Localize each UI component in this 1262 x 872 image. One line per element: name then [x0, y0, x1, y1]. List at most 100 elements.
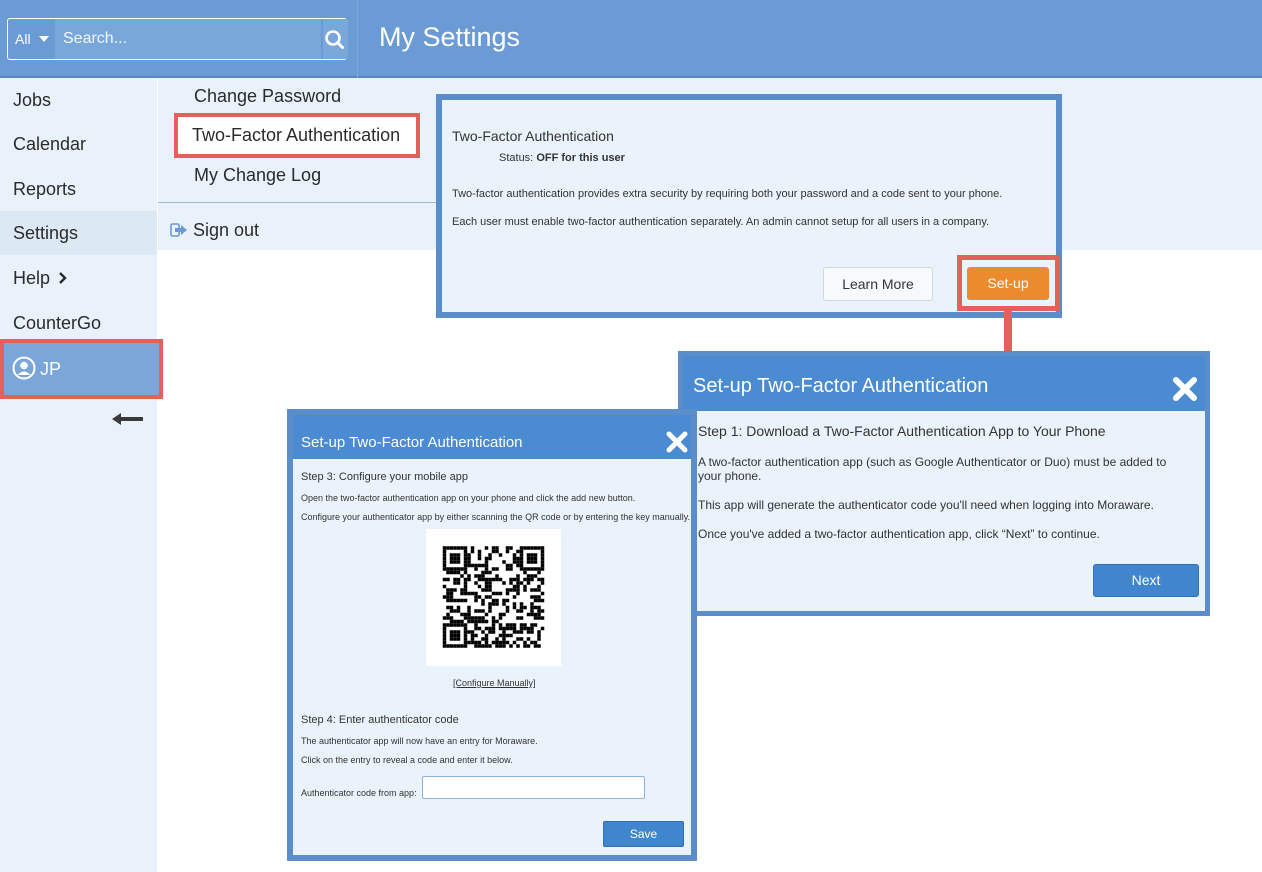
search-icon [325, 30, 344, 49]
qr-module [519, 553, 524, 557]
qr-module [537, 609, 541, 613]
qr-module [526, 626, 531, 631]
qr-module [533, 644, 538, 648]
qr-module [533, 623, 538, 627]
qr-module [491, 549, 496, 554]
qr-module [540, 549, 545, 554]
qr-module [474, 626, 478, 631]
close-icon[interactable] [666, 431, 688, 453]
qr-module [474, 591, 478, 596]
qr-module [519, 581, 524, 585]
qr-module [512, 602, 517, 606]
qr-module [449, 619, 454, 624]
qr-module [502, 644, 506, 648]
sidebar-item-jobs[interactable]: Jobs [0, 78, 157, 122]
step3-paragraph: Open the two-factor authentication app o… [301, 493, 636, 503]
qr-module [512, 588, 517, 592]
qr-module [460, 623, 464, 627]
next-button[interactable]: Next [1093, 564, 1199, 597]
close-icon[interactable] [1172, 376, 1198, 402]
qr-module [502, 626, 506, 631]
qr-module [442, 640, 447, 645]
qr-module [491, 567, 496, 571]
qr-module [446, 567, 450, 571]
dialog-title: Set-up Two-Factor Authentication [693, 375, 989, 397]
dialog-title-bar: Set-up Two-Factor Authentication [683, 356, 1205, 411]
configure-manually-link[interactable]: [Configure Manually] [453, 678, 536, 688]
qr-module [488, 602, 492, 606]
qr-module [505, 609, 510, 613]
qr-module [456, 630, 461, 634]
qr-module [516, 549, 520, 554]
qr-module [533, 598, 538, 603]
qr-module [533, 612, 538, 617]
qr-module [505, 546, 510, 550]
sign-out-icon [170, 223, 187, 237]
qr-module [470, 619, 475, 624]
qr-module [463, 630, 468, 634]
qr-module [442, 553, 447, 557]
sidebar-item-calendar[interactable]: Calendar [0, 122, 157, 166]
qr-module [484, 640, 489, 645]
qr-module [460, 588, 464, 592]
sidebar-item-user[interactable]: JP [0, 339, 163, 399]
qr-module [456, 553, 461, 557]
qr-module [456, 633, 461, 638]
qr-module [498, 623, 503, 627]
qr-module [512, 605, 517, 610]
sidebar-item-settings[interactable]: Settings [0, 211, 157, 255]
save-button[interactable]: Save [603, 821, 684, 847]
sidebar-item-help[interactable]: Help [0, 256, 157, 300]
qr-module [484, 581, 489, 585]
submenu-two-factor-authentication[interactable]: Two-Factor Authentication [174, 113, 420, 158]
setup-button[interactable]: Set-up [967, 267, 1049, 300]
step3-heading: Step 3: Configure your mobile app [301, 471, 468, 483]
step1-paragraph: This app will generate the authenticator… [698, 498, 1154, 512]
search-input[interactable] [55, 19, 321, 59]
qr-module [512, 630, 517, 634]
qr-module [446, 570, 450, 575]
submenu-change-password[interactable]: Change Password [194, 86, 341, 107]
qr-module [446, 546, 450, 550]
qr-module [449, 598, 454, 603]
qr-module [530, 609, 534, 613]
qr-module [537, 577, 541, 582]
qr-module [509, 567, 513, 571]
qr-module [449, 630, 454, 634]
qr-module [463, 567, 468, 571]
qr-module [449, 623, 454, 627]
qr-module [453, 577, 457, 582]
learn-more-button[interactable]: Learn More [823, 267, 933, 301]
qr-module [463, 591, 468, 596]
qr-module [540, 616, 545, 620]
submenu-my-change-log[interactable]: My Change Log [194, 165, 321, 186]
search-button[interactable] [322, 19, 348, 59]
qr-module [491, 598, 496, 603]
qr-module [491, 616, 496, 620]
qr-module [519, 609, 524, 613]
qr-module [474, 640, 478, 645]
qr-module [526, 637, 531, 641]
sidebar: Jobs Calendar Reports Settings Help Coun… [0, 78, 163, 872]
sidebar-item-reports[interactable]: Reports [0, 167, 157, 211]
sidebar-item-label: Jobs [13, 90, 52, 110]
qr-module [488, 644, 492, 648]
qr-module [516, 630, 520, 634]
qr-module [505, 626, 510, 631]
qr-module [502, 581, 506, 585]
qr-module [470, 546, 475, 550]
qr-module [442, 616, 447, 620]
qr-module [463, 640, 468, 645]
authenticator-code-input[interactable] [422, 776, 645, 799]
qr-module [519, 637, 524, 641]
collapse-arrow-icon[interactable] [112, 411, 144, 427]
qr-module [519, 563, 524, 568]
step1-heading: Step 1: Download a Two-Factor Authentica… [698, 423, 1106, 439]
qr-module [498, 553, 503, 557]
sign-out-link[interactable]: Sign out [193, 220, 259, 241]
qr-module [481, 602, 485, 606]
status-line: Status: OFF for this user [499, 152, 625, 164]
qr-module [509, 581, 513, 585]
panel-title: Two-Factor Authentication [452, 128, 614, 144]
qr-module [481, 619, 485, 624]
